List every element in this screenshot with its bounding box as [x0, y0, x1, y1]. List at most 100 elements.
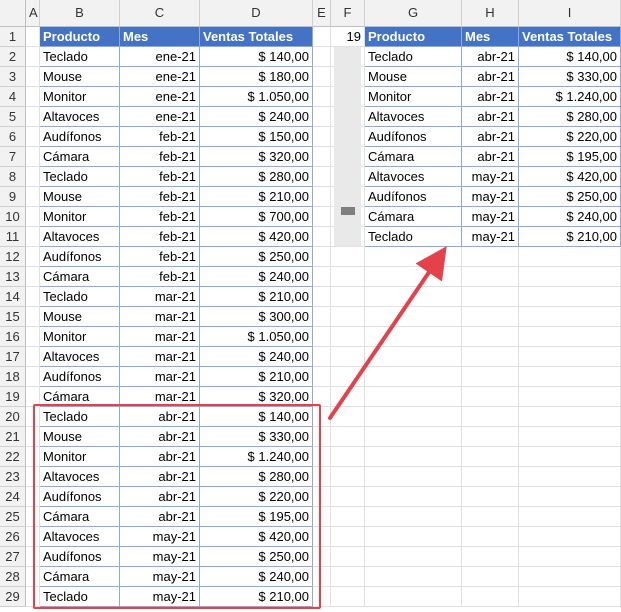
cell[interactable]: [519, 307, 621, 327]
source-table-header[interactable]: Mes: [120, 27, 200, 47]
row-header[interactable]: 29: [0, 587, 26, 607]
result-table-cell[interactable]: abr-21: [462, 147, 519, 167]
result-table-cell[interactable]: Cámara: [365, 207, 462, 227]
cell[interactable]: [462, 387, 519, 407]
result-table-cell[interactable]: Teclado: [365, 227, 462, 247]
source-table-cell[interactable]: mar-21: [120, 287, 200, 307]
cell[interactable]: [26, 67, 40, 87]
column-header-i[interactable]: I: [519, 0, 621, 27]
cell[interactable]: [331, 507, 365, 527]
cell[interactable]: [331, 347, 365, 367]
row-header[interactable]: 11: [0, 227, 26, 247]
cell[interactable]: [331, 567, 365, 587]
cell[interactable]: [365, 587, 462, 607]
cell[interactable]: [313, 207, 331, 227]
cell[interactable]: [313, 527, 331, 547]
source-table-cell[interactable]: $ 1.240,00: [200, 447, 313, 467]
cell[interactable]: [313, 587, 331, 607]
cell[interactable]: [26, 287, 40, 307]
source-table-cell[interactable]: Mouse: [40, 67, 120, 87]
source-table-cell[interactable]: $ 250,00: [200, 547, 313, 567]
source-table-cell[interactable]: ene-21: [120, 87, 200, 107]
row-header[interactable]: 22: [0, 447, 26, 467]
source-table-cell[interactable]: abr-21: [120, 507, 200, 527]
cell[interactable]: [26, 47, 40, 67]
row-header[interactable]: 23: [0, 467, 26, 487]
result-table-cell[interactable]: $ 280,00: [519, 107, 621, 127]
source-table-cell[interactable]: Teclado: [40, 287, 120, 307]
cell[interactable]: [462, 507, 519, 527]
cell[interactable]: [519, 487, 621, 507]
cell[interactable]: [519, 327, 621, 347]
cell[interactable]: [365, 507, 462, 527]
cell[interactable]: [462, 527, 519, 547]
column-header-e[interactable]: E: [313, 0, 331, 27]
source-table-cell[interactable]: $ 210,00: [200, 187, 313, 207]
result-table-cell[interactable]: Mouse: [365, 67, 462, 87]
cell[interactable]: [313, 427, 331, 447]
source-table-cell[interactable]: may-21: [120, 587, 200, 607]
column-header-c[interactable]: C: [120, 0, 200, 27]
cell[interactable]: [331, 467, 365, 487]
row-header[interactable]: 10: [0, 207, 26, 227]
source-table-cell[interactable]: feb-21: [120, 167, 200, 187]
source-table-cell[interactable]: abr-21: [120, 427, 200, 447]
cell[interactable]: [331, 387, 365, 407]
row-header[interactable]: 12: [0, 247, 26, 267]
source-table-cell[interactable]: $ 280,00: [200, 167, 313, 187]
result-table-cell[interactable]: abr-21: [462, 127, 519, 147]
source-table-cell[interactable]: Audífonos: [40, 127, 120, 147]
source-table-cell[interactable]: mar-21: [120, 347, 200, 367]
cell[interactable]: [313, 467, 331, 487]
scrollbar-linked-cell[interactable]: 19: [331, 27, 365, 47]
row-header[interactable]: 20: [0, 407, 26, 427]
column-header-d[interactable]: D: [200, 0, 313, 27]
cell[interactable]: [331, 267, 365, 287]
source-table-cell[interactable]: $ 330,00: [200, 427, 313, 447]
cell[interactable]: [26, 387, 40, 407]
cell[interactable]: [26, 327, 40, 347]
cell[interactable]: [519, 387, 621, 407]
cell[interactable]: [313, 47, 331, 67]
cell[interactable]: [519, 527, 621, 547]
cell[interactable]: [313, 307, 331, 327]
row-header[interactable]: 24: [0, 487, 26, 507]
cell[interactable]: [26, 107, 40, 127]
cell[interactable]: [519, 547, 621, 567]
source-table-cell[interactable]: Altavoces: [40, 527, 120, 547]
source-table-cell[interactable]: $ 240,00: [200, 347, 313, 367]
row-header[interactable]: 14: [0, 287, 26, 307]
cell[interactable]: [365, 487, 462, 507]
source-table-cell[interactable]: Altavoces: [40, 467, 120, 487]
scrollbar-form-control[interactable]: [334, 47, 361, 246]
cell[interactable]: [26, 427, 40, 447]
cell[interactable]: [313, 327, 331, 347]
row-header[interactable]: 7: [0, 147, 26, 167]
cell[interactable]: [331, 327, 365, 347]
result-table-cell[interactable]: may-21: [462, 207, 519, 227]
cell[interactable]: [313, 407, 331, 427]
source-table-cell[interactable]: Mouse: [40, 187, 120, 207]
result-table-cell[interactable]: $ 240,00: [519, 207, 621, 227]
result-table-cell[interactable]: may-21: [462, 227, 519, 247]
source-table-cell[interactable]: Cámara: [40, 387, 120, 407]
row-header[interactable]: 17: [0, 347, 26, 367]
column-header-g[interactable]: G: [365, 0, 462, 27]
row-header[interactable]: 21: [0, 427, 26, 447]
cell[interactable]: [519, 287, 621, 307]
result-table-cell[interactable]: Altavoces: [365, 107, 462, 127]
cell[interactable]: [313, 247, 331, 267]
source-table-cell[interactable]: Altavoces: [40, 227, 120, 247]
cell[interactable]: [519, 347, 621, 367]
cell[interactable]: [462, 347, 519, 367]
row-header[interactable]: 13: [0, 267, 26, 287]
row-header[interactable]: 16: [0, 327, 26, 347]
source-table-cell[interactable]: feb-21: [120, 227, 200, 247]
source-table-cell[interactable]: $ 280,00: [200, 467, 313, 487]
source-table-cell[interactable]: Cámara: [40, 267, 120, 287]
source-table-cell[interactable]: Audífonos: [40, 247, 120, 267]
cell[interactable]: [313, 87, 331, 107]
source-table-header[interactable]: Producto: [40, 27, 120, 47]
cell[interactable]: [462, 367, 519, 387]
cell[interactable]: [331, 247, 365, 267]
